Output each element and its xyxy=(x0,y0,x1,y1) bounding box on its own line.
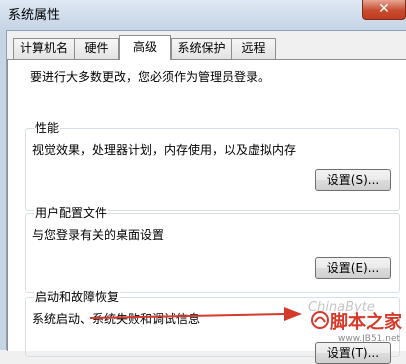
tab-advanced[interactable]: 高级 xyxy=(119,35,171,60)
watermark-main-text: 脚本之家 xyxy=(330,312,402,333)
watermark-url-text: www.JB51.net xyxy=(338,334,401,344)
user-profiles-settings-button[interactable]: 设置(E)... xyxy=(315,257,391,279)
admin-notice: 要进行大多数更改，您必须作为管理员登录。 xyxy=(30,70,271,84)
arrow-right-icon xyxy=(89,307,302,321)
watermark: ChinaByte 脚本之家 www.JB51.net xyxy=(308,300,406,350)
performance-description: 视觉效果，处理器计划，内存使用，以及虚拟内存 xyxy=(32,143,297,157)
watermark-logo-icon xyxy=(311,311,329,329)
window-title: 系统属性 xyxy=(8,8,61,23)
tab-remote[interactable]: 远程 xyxy=(231,38,276,59)
close-icon: ✕ xyxy=(378,1,390,17)
window-frame: 系统属性 ✕ 计算机名 硬件 高级 系统保护 远程 要进行大多数更改，您必须作为… xyxy=(0,0,406,364)
close-button[interactable]: ✕ xyxy=(362,0,406,20)
tab-computer-name[interactable]: 计算机名 xyxy=(13,38,75,59)
title-bar[interactable]: 系统属性 ✕ xyxy=(0,0,406,30)
user-profiles-group: 用户配置文件 与您登录有关的桌面设置 设置(E)... xyxy=(25,206,400,293)
performance-group-title: 性能 xyxy=(34,121,61,135)
tab-system-protection[interactable]: 系统保护 xyxy=(171,38,232,59)
tab-hardware[interactable]: 硬件 xyxy=(74,38,119,59)
startup-recovery-group-title: 启动和故障恢复 xyxy=(34,290,121,304)
user-profiles-group-title: 用户配置文件 xyxy=(34,206,109,220)
user-profiles-description: 与您登录有关的桌面设置 xyxy=(32,228,165,242)
performance-group: 性能 视觉效果，处理器计划，内存使用，以及虚拟内存 设置(S)... xyxy=(25,121,400,211)
performance-settings-button[interactable]: 设置(S)... xyxy=(315,169,391,191)
